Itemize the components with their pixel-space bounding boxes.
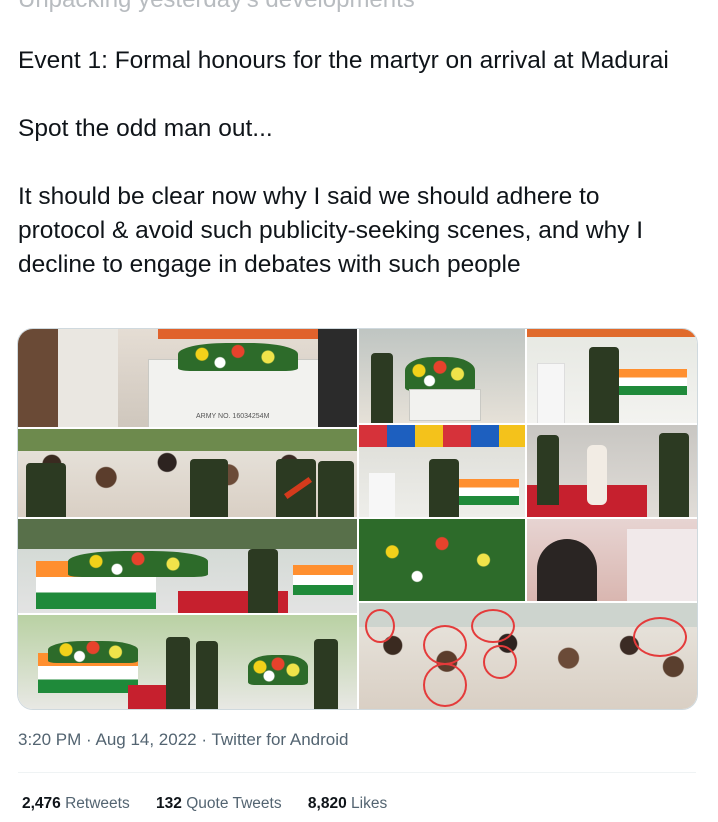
photo-canopy-ceremony — [359, 425, 525, 517]
tweet-time[interactable]: 3:20 PM — [18, 730, 81, 749]
tweet-metadata: 3:20 PM · Aug 14, 2022 · Twitter for And… — [18, 730, 348, 750]
tweet-paragraph-2: Spot the odd man out... — [18, 115, 273, 142]
photo-wreath-laying — [359, 329, 525, 423]
retweets-label: Retweets — [65, 795, 130, 812]
photo-coffin-closeup: ARMY NO. 16034254M — [18, 329, 357, 427]
coffin-label: ARMY NO. 16034254M — [196, 413, 270, 420]
photo-flag-coffin-ceremony — [18, 519, 357, 613]
tweet-stats: 2,476 Retweets 132 Quote Tweets 8,820 Li… — [22, 795, 409, 813]
media-grid[interactable]: ARMY NO. 16034254M — [17, 328, 698, 710]
meta-separator: · — [196, 730, 212, 749]
tweet-text: Event 1: Formal honours for the martyr o… — [18, 44, 688, 282]
photo-crowd-highlighted — [359, 603, 697, 709]
tweet-date[interactable]: Aug 14, 2022 — [95, 730, 196, 749]
quote-tweets-count: 132 — [156, 795, 182, 812]
meta-separator: · — [81, 730, 96, 749]
photo-red-carpet-march — [527, 425, 697, 517]
retweets-count: 2,476 — [22, 795, 61, 812]
tweet-paragraph-1: Event 1: Formal honours for the martyr o… — [18, 47, 669, 74]
tweet-paragraph-3: It should be clear now why I said we sho… — [18, 183, 644, 278]
quote-tweets-stat[interactable]: 132 Quote Tweets — [156, 795, 282, 812]
photo-salute — [527, 329, 697, 423]
quote-tweets-label: Quote Tweets — [186, 795, 282, 812]
likes-label: Likes — [351, 795, 388, 812]
photo-officers-crowd — [18, 429, 357, 517]
photo-collage-right[interactable] — [359, 329, 697, 709]
truncated-previous-line: Unpacking yesterday's developments — [18, 0, 415, 14]
tweet-source[interactable]: Twitter for Android — [211, 730, 348, 749]
photo-crowd-closeup — [527, 519, 697, 601]
photo-collage-left[interactable]: ARMY NO. 16034254M — [18, 329, 357, 709]
likes-count: 8,820 — [307, 795, 347, 812]
photo-outdoor-honours — [18, 615, 357, 709]
photo-flower-garlands — [359, 519, 525, 601]
likes-stat[interactable]: 8,820 Likes — [308, 795, 387, 812]
divider — [18, 772, 696, 773]
retweets-stat[interactable]: 2,476 Retweets — [22, 795, 130, 812]
